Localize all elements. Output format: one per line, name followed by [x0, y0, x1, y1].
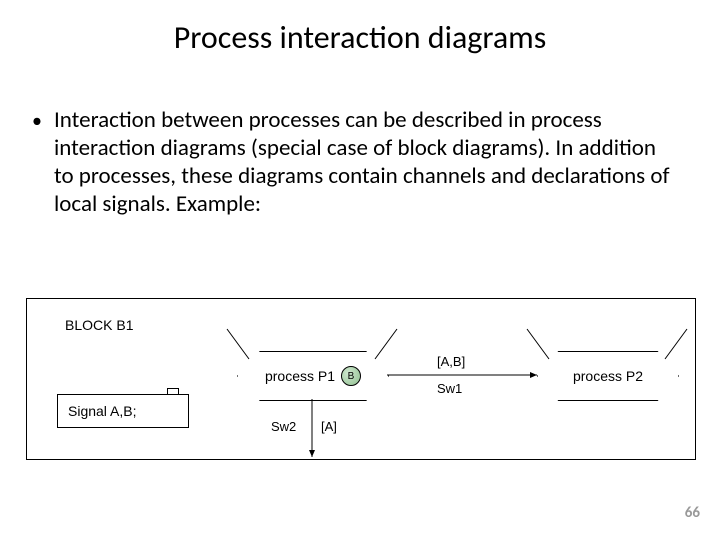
- bullet-dot-icon: [32, 106, 54, 218]
- diagram-figure: BLOCK B1 Signal A,B; process P1 B proces…: [26, 298, 696, 460]
- sw2-channel-label: Sw2: [271, 419, 296, 434]
- body-text: Interaction between processes can be des…: [32, 106, 672, 218]
- sw1-signals-label: [A,B]: [437, 354, 465, 369]
- sw1-channel-label: Sw1: [437, 381, 462, 396]
- page-number: 66: [685, 504, 700, 522]
- diagram-wires: [27, 299, 695, 459]
- bullet-text: Interaction between processes can be des…: [54, 106, 672, 218]
- bullet-item: Interaction between processes can be des…: [32, 106, 672, 218]
- slide: Process interaction diagrams Interaction…: [0, 0, 720, 540]
- slide-title: Process interaction diagrams: [0, 18, 720, 57]
- sw2-signals-label: [A]: [321, 419, 337, 434]
